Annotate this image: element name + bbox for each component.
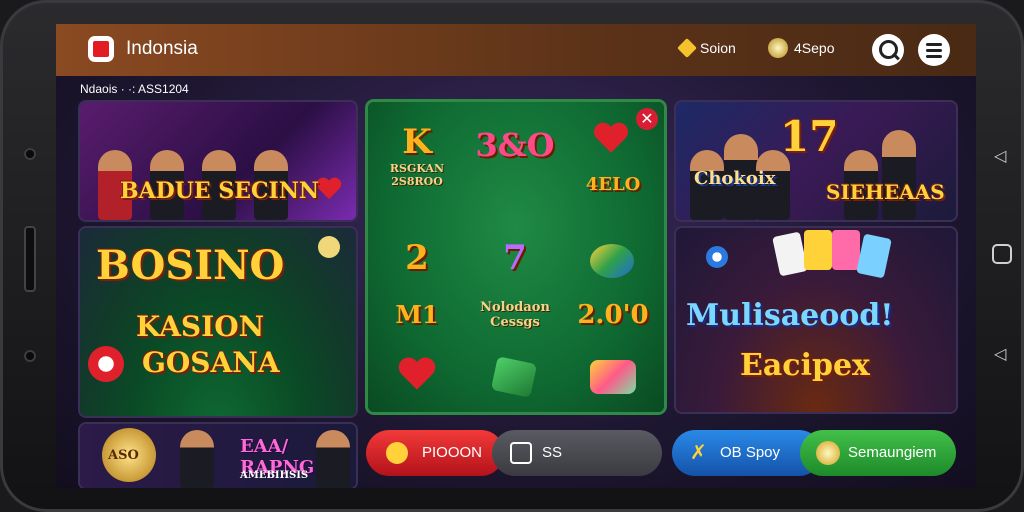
lightning-icon: ✗ bbox=[690, 442, 707, 464]
host-figure bbox=[180, 430, 214, 488]
badge-label: ASO bbox=[108, 448, 139, 463]
tile-caption: SIEHEAAS bbox=[826, 180, 945, 204]
slot-symbol: 2.0'0 bbox=[577, 300, 649, 330]
tile-subtitle: AMEBIHSIS bbox=[240, 470, 309, 481]
slot-symbol: 2 bbox=[405, 238, 429, 278]
tile-subtitle: GOSANA bbox=[142, 346, 280, 379]
slot-cell[interactable]: Nolodaon Cessgs bbox=[466, 300, 564, 330]
slot-cell[interactable]: 4ELO bbox=[564, 122, 662, 195]
heart-icon bbox=[316, 178, 342, 202]
slot-caption: RSGKAN 2S8ROO bbox=[389, 162, 445, 188]
tile-subtitle: KASION bbox=[136, 310, 265, 343]
game-tile-casino[interactable]: BOSINO KASION GOSANA bbox=[80, 228, 356, 416]
poker-chip-icon bbox=[706, 246, 728, 268]
tile-caption: Chokoix bbox=[694, 168, 776, 189]
trophy-icon bbox=[816, 441, 840, 465]
host-figure bbox=[316, 430, 350, 488]
slot-cell[interactable]: 7 bbox=[466, 238, 564, 278]
gray-action-label: SS bbox=[542, 444, 563, 461]
coins-balance[interactable]: Soion bbox=[677, 38, 736, 58]
slot-symbol: 4ELO bbox=[585, 174, 641, 195]
box-icon bbox=[510, 442, 532, 464]
dice-icon bbox=[318, 236, 340, 258]
menu-button[interactable] bbox=[918, 34, 950, 66]
game-tile-rapng[interactable]: ASO EAA/ RAPNG AMEBIHSIS bbox=[80, 424, 356, 488]
slot-symbol: M1 bbox=[395, 300, 439, 329]
slot-caption: Nolodaon Cessgs bbox=[480, 300, 550, 330]
tile-title: BOSINO bbox=[96, 242, 285, 289]
game-tile-stars[interactable]: BADUE SECINN bbox=[80, 102, 356, 220]
slot-cell[interactable]: 3&O bbox=[466, 126, 564, 164]
red-action-button[interactable]: PIOOON bbox=[366, 430, 504, 476]
poker-chip-icon bbox=[88, 346, 124, 382]
speaker-slot bbox=[24, 226, 36, 292]
card-icon bbox=[490, 356, 538, 398]
host-figure bbox=[882, 130, 916, 220]
game-tile-choices[interactable]: Chokoix 17 SIEHEAAS bbox=[676, 102, 956, 220]
back-nav-icon[interactable]: ◁ bbox=[994, 146, 1006, 165]
recent-nav-icon[interactable]: ◁ bbox=[994, 344, 1006, 363]
app-title: Indonsia bbox=[126, 38, 198, 59]
red-action-label: PIOOON bbox=[422, 444, 483, 461]
game-tile-multiplayer[interactable]: Mulisaeood! Eacipex bbox=[676, 228, 956, 412]
app-logo bbox=[88, 36, 114, 62]
slot-grid-panel: ✕ K RSGKAN 2S8ROO 3&O 4ELO 2 7 M1 Noloda… bbox=[368, 102, 664, 412]
search-button[interactable] bbox=[872, 34, 904, 66]
coins-label: Soion bbox=[700, 40, 736, 56]
tile-caption: BADUE SECINN bbox=[120, 178, 320, 204]
gems-label: 4Sepo bbox=[794, 40, 835, 56]
gem-icon bbox=[768, 38, 788, 58]
sensor-icon bbox=[24, 350, 36, 362]
phone-frame: ◁ ◁ Indonsia Soion 4Sepo Ndaois · ·: ASS… bbox=[0, 0, 1024, 512]
tile-title: Mulisaeood! bbox=[686, 298, 894, 333]
card-icon bbox=[772, 231, 808, 277]
green-action-label: Semaungiem bbox=[848, 444, 937, 461]
slot-cell[interactable]: M1 bbox=[368, 300, 466, 329]
tile-number: 17 bbox=[780, 112, 839, 161]
coin-icon bbox=[386, 442, 408, 464]
gray-action-button[interactable]: SS bbox=[492, 430, 662, 476]
front-camera-icon bbox=[24, 148, 36, 160]
card-icon bbox=[832, 230, 860, 270]
heart-icon bbox=[398, 358, 437, 394]
card-icon bbox=[856, 233, 892, 279]
top-bar: Indonsia Soion 4Sepo bbox=[56, 24, 976, 76]
tile-subtitle: Eacipex bbox=[740, 348, 870, 383]
blue-action-label: OB Spoy bbox=[720, 444, 781, 461]
slot-symbol: 7 bbox=[503, 238, 527, 278]
slot-symbol: K bbox=[402, 122, 432, 162]
slot-cell[interactable]: K RSGKAN 2S8ROO bbox=[368, 122, 466, 188]
app-screen: Indonsia Soion 4Sepo Ndaois · ·: ASS1204… bbox=[56, 24, 976, 488]
green-action-button[interactable]: Semaungiem bbox=[800, 430, 956, 476]
heart-icon bbox=[593, 123, 629, 157]
coin-icon bbox=[677, 38, 697, 58]
gems-balance[interactable]: 4Sepo bbox=[768, 38, 834, 58]
home-nav-icon[interactable] bbox=[992, 244, 1012, 264]
dice-icon bbox=[590, 360, 636, 394]
slot-cell[interactable]: 2.0'0 bbox=[564, 300, 662, 330]
subheader-text: Ndaois · ·: ASS1204 bbox=[80, 82, 189, 96]
dice-icon bbox=[590, 244, 634, 278]
slot-cell[interactable]: 2 bbox=[368, 238, 466, 278]
slot-symbol: 3&O bbox=[475, 126, 555, 164]
card-icon bbox=[804, 230, 832, 270]
